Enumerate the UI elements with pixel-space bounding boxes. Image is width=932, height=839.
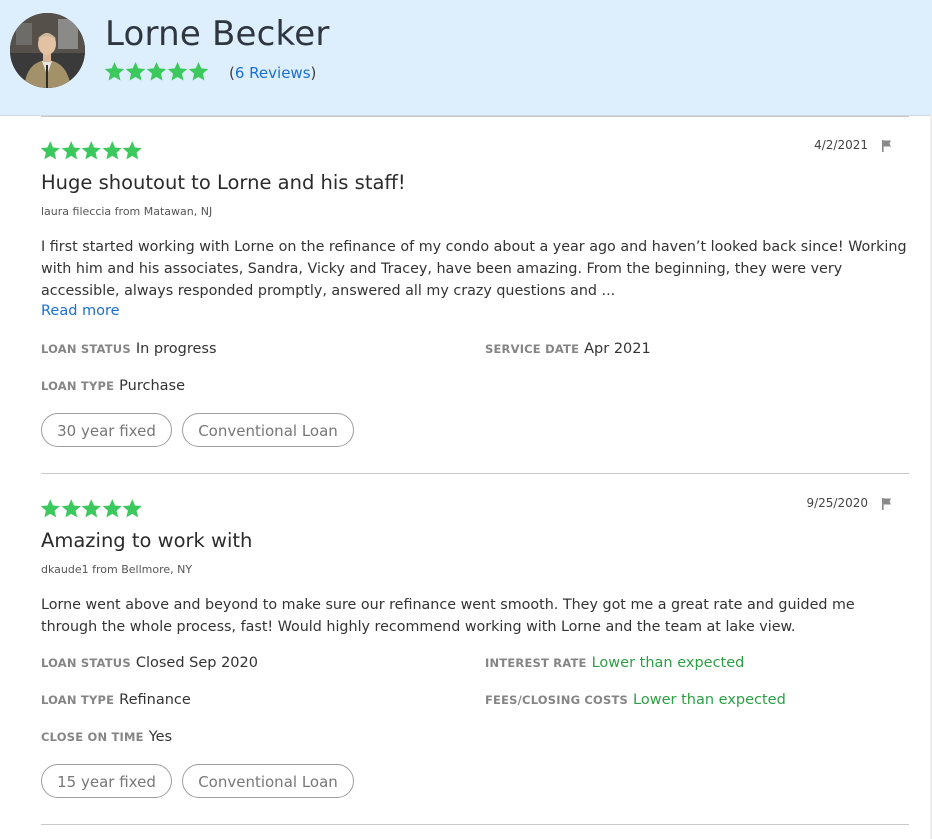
service-date-label: SERVICE DATE (485, 342, 580, 356)
fees-closing-costs-field: FEES/CLOSING COSTS Lower than expected (485, 692, 786, 708)
reviews-count: (6 Reviews) (229, 64, 316, 82)
loan-type-field: LOAN TYPE Refinance (41, 692, 191, 708)
close-on-time-field: CLOSE ON TIME Yes (41, 729, 172, 745)
star-icon (125, 62, 146, 81)
read-more-link[interactable]: Read more (41, 303, 120, 319)
star-icon (61, 141, 81, 160)
review-divider (41, 824, 909, 825)
review-date: 4/2/2021 (814, 138, 868, 152)
loan-type-value: Refinance (119, 692, 191, 708)
review-title: Huge shoutout to Lorne and his staff! (41, 171, 406, 194)
agent-name: Lorne Becker (105, 14, 330, 54)
loan-status-label: LOAN STATUS (41, 656, 131, 670)
review-divider (41, 473, 909, 474)
review-divider (41, 116, 909, 117)
loan-status-value: In progress (135, 341, 217, 357)
star-icon (104, 62, 125, 81)
star-icon (81, 499, 101, 518)
loan-type-value: Purchase (119, 378, 186, 394)
star-icon (81, 141, 101, 160)
flag-icon[interactable] (880, 139, 894, 153)
star-icon (40, 141, 60, 160)
close-on-time-label: CLOSE ON TIME (41, 730, 144, 744)
star-icon (188, 62, 209, 81)
interest-rate-field: INTEREST RATE Lower than expected (485, 655, 744, 671)
star-icon (40, 499, 60, 518)
loan-tag: Conventional Loan (182, 413, 354, 447)
review-body: I first started working with Lorne on th… (41, 239, 907, 299)
star-icon (146, 62, 167, 81)
loan-type-field: LOAN TYPE Purchase (41, 378, 185, 394)
review-body: Lorne went above and beyond to make sure… (41, 597, 855, 635)
star-icon (102, 499, 122, 518)
interest-rate-label: INTEREST RATE (485, 656, 587, 670)
star-icon (122, 141, 142, 160)
flag-icon[interactable] (880, 497, 894, 511)
review-rating-stars (40, 499, 143, 519)
avatar-photo (10, 13, 85, 88)
star-icon (167, 62, 188, 81)
loan-status-field: LOAN STATUS In progress (41, 341, 217, 357)
service-date-field: SERVICE DATE Apr 2021 (485, 341, 651, 357)
header-rating-stars (104, 62, 209, 82)
reviewer-info: laura fileccia from Matawan, NJ (41, 205, 213, 218)
review-title: Amazing to work with (41, 529, 253, 552)
profile-header: Lorne Becker (6 Reviews) (0, 0, 932, 116)
interest-rate-value: Lower than expected (591, 655, 745, 671)
loan-status-label: LOAN STATUS (41, 342, 131, 356)
service-date-value: Apr 2021 (584, 341, 651, 357)
avatar[interactable] (10, 13, 85, 88)
loan-tag: Conventional Loan (182, 764, 354, 798)
reviews-list: 4/2/2021 Huge shoutout to Lorne and his … (0, 115, 932, 839)
review-date: 9/25/2020 (806, 496, 868, 510)
loan-type-label: LOAN TYPE (41, 379, 115, 393)
star-icon (61, 499, 81, 518)
loan-status-value: Closed Sep 2020 (135, 655, 258, 671)
close-on-time-value: Yes (148, 729, 173, 745)
reviewer-info: dkaude1 from Bellmore, NY (41, 563, 193, 576)
fees-closing-costs-label: FEES/CLOSING COSTS (485, 693, 629, 707)
loan-tag: 30 year fixed (41, 413, 172, 447)
fees-closing-costs-value: Lower than expected (633, 692, 786, 708)
loan-type-label: LOAN TYPE (41, 693, 115, 707)
paren-close: ) (310, 64, 317, 82)
star-icon (102, 141, 122, 160)
review-rating-stars (40, 141, 143, 161)
loan-tag: 15 year fixed (41, 764, 172, 798)
star-icon (122, 499, 142, 518)
reviews-count-link[interactable]: 6 Reviews (235, 64, 311, 82)
loan-status-field: LOAN STATUS Closed Sep 2020 (41, 655, 258, 671)
